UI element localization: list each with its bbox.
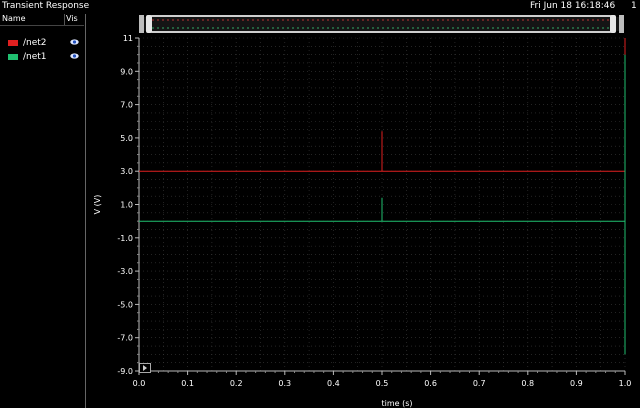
x-tick-label: 0.4 <box>327 379 340 388</box>
x-axis-label: time (s) <box>381 399 412 408</box>
play-icon[interactable] <box>139 363 151 373</box>
x-tick-label: 0.0 <box>133 379 146 388</box>
x-tick-label: 0.8 <box>521 379 534 388</box>
x-tick-label: 0.3 <box>278 379 291 388</box>
x-tick-label: 0.1 <box>181 379 194 388</box>
y-tick-label: 7.0 <box>120 101 133 110</box>
x-tick-label: 0.2 <box>230 379 243 388</box>
y-tick-label: -7.0 <box>117 334 133 343</box>
y-tick-label: -1.0 <box>117 234 133 243</box>
x-tick-label: 0.9 <box>570 379 583 388</box>
x-tick-label: 0.6 <box>424 379 437 388</box>
y-tick-label: 11 <box>123 34 133 43</box>
y-tick-label: 5.0 <box>120 134 133 143</box>
x-tick-label: 0.5 <box>376 379 389 388</box>
y-tick-label: -5.0 <box>117 300 133 309</box>
y-tick-label: 1.0 <box>120 201 133 210</box>
y-axis-label: V (V) <box>93 195 102 215</box>
x-tick-label: 0.7 <box>473 379 486 388</box>
y-tick-label: -3.0 <box>117 267 133 276</box>
x-tick-label: 1.0 <box>619 379 632 388</box>
y-tick-label: 9.0 <box>120 67 133 76</box>
y-tick-label: -9.0 <box>117 367 133 376</box>
y-tick-label: 3.0 <box>120 167 133 176</box>
waveform-plot[interactable]: 0.0 0.1 0.2 0.3 0.4 0.5 0.6 0.7 0.8 0.9 1.0 11 9.0 7.… <box>0 0 640 408</box>
